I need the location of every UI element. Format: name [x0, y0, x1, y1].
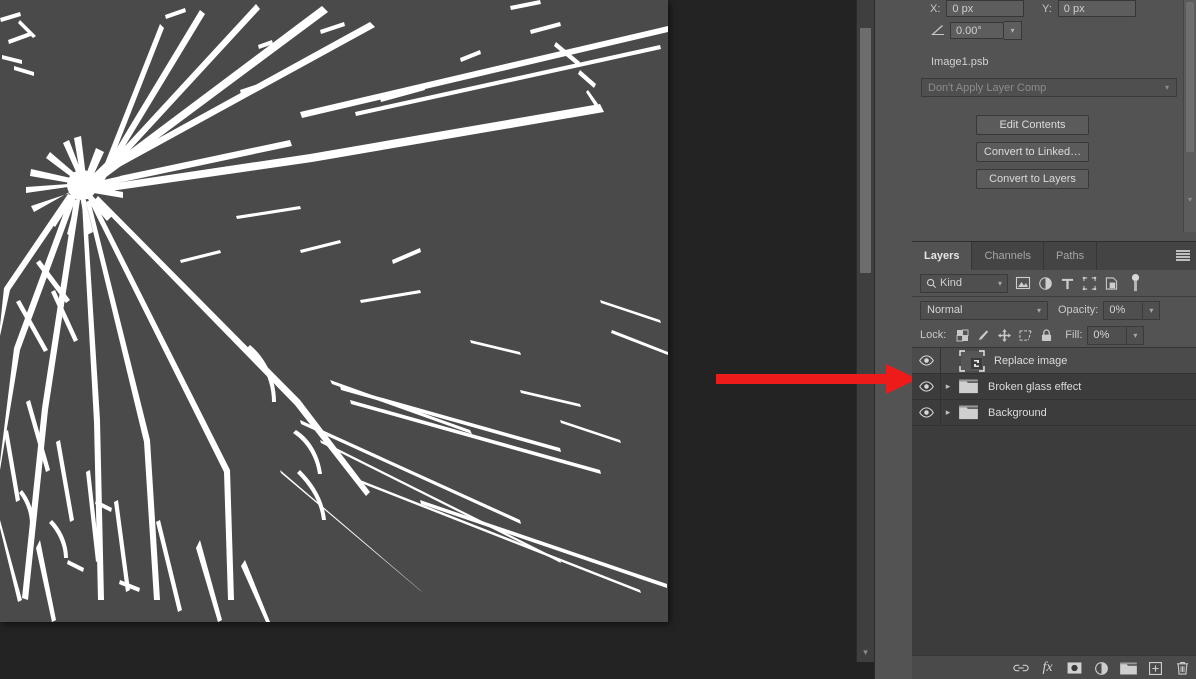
- tab-channels[interactable]: Channels: [972, 242, 1044, 270]
- lock-image-pixels-icon[interactable]: [973, 325, 994, 345]
- pixel-layer-filter-icon[interactable]: [1012, 272, 1034, 294]
- layer-name: Replace image: [994, 354, 1068, 367]
- shape-layer-filter-icon[interactable]: [1078, 272, 1100, 294]
- fill-input[interactable]: 0%: [1087, 325, 1128, 345]
- x-position-row: X: 0 px: [930, 0, 1025, 17]
- opacity-chevron-down-icon[interactable]: ▾: [1143, 300, 1161, 320]
- group-folder-thumbnail[interactable]: [957, 376, 979, 398]
- right-dock: X: 0 px Y: 0 px 0.00° ▾ Image1.psb Don't…: [912, 0, 1196, 679]
- table-row[interactable]: ▸ Broken glass effect: [912, 374, 1196, 400]
- smart-object-filter-icon[interactable]: [1100, 272, 1122, 294]
- chevron-down-icon: ▾: [1164, 83, 1169, 92]
- new-group-icon[interactable]: [1115, 657, 1142, 679]
- opacity-label: Opacity:: [1058, 304, 1099, 316]
- group-folder-thumbnail[interactable]: [957, 402, 979, 424]
- layer-list[interactable]: Replace image ▸ Broken glass effect ▸ Ba…: [912, 348, 1196, 426]
- artboard-broken-glass[interactable]: [0, 0, 668, 622]
- canvas-vertical-scrollbar[interactable]: ▾: [856, 0, 874, 662]
- layer-name: Broken glass effect: [988, 380, 1082, 393]
- vertical-scroll-thumb[interactable]: [860, 28, 871, 273]
- blend-mode-value: Normal: [927, 304, 963, 316]
- lock-row: Lock: Fill: 0% ▾: [912, 323, 1196, 348]
- convert-to-layers-button[interactable]: Convert to Layers: [976, 169, 1089, 189]
- new-layer-icon[interactable]: [1142, 657, 1169, 679]
- x-label: X:: [930, 2, 941, 15]
- chevron-down-icon[interactable]: ▾: [1184, 195, 1196, 204]
- photoshop-window: ▸ ▾ X: 0 px Y: 0 px: [0, 0, 1196, 679]
- blend-mode-select[interactable]: Normal ▾: [920, 300, 1048, 320]
- lock-all-icon[interactable]: [1036, 325, 1057, 345]
- smart-object-thumbnail[interactable]: [959, 349, 985, 372]
- chevron-right-icon[interactable]: ▸: [941, 381, 955, 392]
- tab-paths[interactable]: Paths: [1044, 242, 1098, 270]
- document-canvas-area[interactable]: ▸: [0, 0, 856, 662]
- type-layer-filter-icon[interactable]: [1056, 272, 1078, 294]
- angle-icon: [930, 24, 946, 37]
- link-layers-icon[interactable]: [1007, 657, 1034, 679]
- filter-kind-value: Kind: [940, 277, 963, 289]
- new-adjustment-layer-icon[interactable]: [1088, 657, 1115, 679]
- table-row[interactable]: ▸ Background: [912, 400, 1196, 426]
- angle-input[interactable]: 0.00°: [950, 22, 1004, 39]
- properties-scrollbar[interactable]: ▾: [1183, 0, 1196, 232]
- x-input[interactable]: 0 px: [946, 0, 1025, 17]
- search-icon: [921, 278, 937, 289]
- broken-glass-artwork: [0, 0, 668, 622]
- eye-icon[interactable]: [912, 374, 941, 399]
- add-layer-mask-icon[interactable]: [1061, 657, 1088, 679]
- lock-artboard-nesting-icon[interactable]: [1015, 325, 1036, 345]
- filter-type-icons: [1012, 272, 1122, 294]
- filter-toggle-switch-icon[interactable]: [1124, 272, 1146, 294]
- edit-contents-button[interactable]: Edit Contents: [976, 115, 1089, 135]
- layer-name: Background: [988, 406, 1047, 419]
- chevron-down-icon[interactable]: ▾: [857, 644, 874, 660]
- adjustment-layer-filter-icon[interactable]: [1034, 272, 1056, 294]
- chevron-down-icon: ▾: [997, 278, 1002, 288]
- properties-scroll-thumb[interactable]: [1186, 2, 1194, 152]
- layers-bottom-toolbar: fx: [912, 655, 1196, 679]
- layer-filter-row: Kind ▾: [912, 270, 1196, 297]
- layer-comp-value: Don't Apply Layer Comp: [928, 81, 1047, 94]
- layers-panel: Layers Channels Paths Kind ▾ Normal ▾ Op…: [912, 241, 1196, 679]
- chevron-down-icon: ▾: [1036, 305, 1041, 315]
- tab-layers[interactable]: Layers: [912, 242, 973, 270]
- layers-panel-tabbar: Layers Channels Paths: [912, 242, 1196, 270]
- chevron-right-icon[interactable]: ▸: [941, 407, 955, 418]
- eye-icon[interactable]: [912, 348, 941, 373]
- lock-transparent-pixels-icon[interactable]: [952, 325, 973, 345]
- lock-label: Lock:: [920, 329, 947, 341]
- y-label: Y:: [1042, 2, 1052, 15]
- hamburger-menu-icon[interactable]: [1176, 250, 1190, 261]
- eye-icon[interactable]: [912, 400, 941, 425]
- layer-style-fx-icon[interactable]: fx: [1034, 657, 1061, 679]
- dock-gutter: [874, 0, 913, 679]
- fill-chevron-down-icon[interactable]: ▾: [1127, 325, 1145, 345]
- opacity-input[interactable]: 0%: [1103, 300, 1144, 320]
- angle-chevron-down-icon[interactable]: ▾: [1004, 21, 1022, 40]
- angle-row: 0.00° ▾: [930, 21, 1022, 40]
- convert-to-linked-button[interactable]: Convert to Linked…: [976, 142, 1089, 162]
- layer-comp-select[interactable]: Don't Apply Layer Comp ▾: [921, 78, 1177, 97]
- table-row[interactable]: Replace image: [912, 348, 1196, 374]
- blend-mode-row: Normal ▾ Opacity: 0% ▾: [912, 297, 1196, 323]
- y-position-row: Y: 0 px: [1042, 0, 1136, 17]
- smart-object-filename: Image1.psb: [931, 56, 989, 68]
- lock-position-icon[interactable]: [994, 325, 1015, 345]
- y-input[interactable]: 0 px: [1057, 0, 1136, 17]
- properties-panel: X: 0 px Y: 0 px 0.00° ▾ Image1.psb Don't…: [912, 0, 1196, 240]
- fill-label: Fill:: [1065, 329, 1083, 341]
- delete-layer-icon[interactable]: [1169, 657, 1196, 679]
- filter-kind-select[interactable]: Kind ▾: [920, 273, 1008, 293]
